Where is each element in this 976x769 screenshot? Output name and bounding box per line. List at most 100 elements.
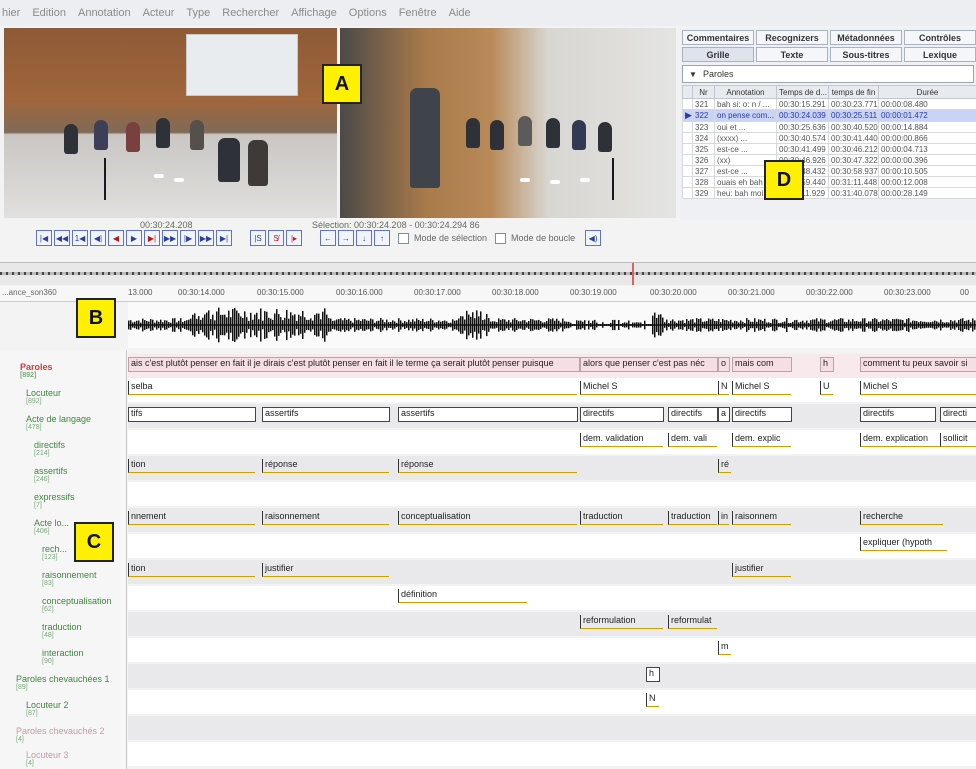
go-to-end-button[interactable]: ▶| [216,230,232,246]
annotation[interactable]: raisonnement [262,511,389,525]
tier-name-paroles-chevauchees-1[interactable]: Paroles chevauchées 1 [89] [16,674,110,691]
tab-grid[interactable]: Grille [682,47,754,62]
annotation[interactable]: dem. validation [580,433,663,447]
annotation[interactable]: recherche [860,511,943,525]
tier-name-paroles[interactable]: Paroles [892] [20,362,53,379]
annotation[interactable]: selba [128,381,577,395]
annotation[interactable]: reformulation [580,615,663,629]
tier-select[interactable]: ▼ Paroles [682,65,974,83]
annotation[interactable]: expliquer (hypoth [860,537,947,551]
annotation[interactable]: tion [128,563,255,577]
annotation[interactable]: reformulat [668,615,717,629]
tier-row-paroles-chevauchees-1[interactable]: h [128,664,976,688]
annotation[interactable]: dem. vali [668,433,717,447]
annotation[interactable]: justifier [262,563,389,577]
tier-row-locuteur-2[interactable]: N [128,690,976,714]
table-row[interactable]: 325 est-ce ... 00:30:41.499 00:30:46.212 00:… [682,143,976,155]
annotation[interactable]: traduction [580,511,663,525]
tier-name-recherche[interactable]: rech... [123] [42,544,67,561]
selection-mode-checkbox[interactable] [398,232,409,244]
table-row[interactable]: 323 oui et ... 00:30:25.636 00:30:40.520 00:… [682,121,976,133]
menu-view[interactable]: Affichage [291,7,337,19]
tier-row-locuteur[interactable]: selba Michel S N Michel S U Michel S [128,378,976,402]
arrow-left-button[interactable]: ← [320,230,336,246]
column-header[interactable]: Temps de d... [776,85,829,99]
annotation[interactable]: ré [718,459,731,473]
volume-icon[interactable]: ◀) [585,230,602,246]
table-row[interactable]: 324 (xxxx) ... 00:30:40.574 00:30:41.440 00:… [682,132,976,144]
tier-name-directifs[interactable]: directifs [214] [34,440,65,457]
annotation[interactable]: alors que penser c'est pas néc [580,357,718,372]
annotation[interactable]: directifs [668,407,718,422]
annotation[interactable]: raisonnem [732,511,791,525]
tab-controls[interactable]: Contrôles [904,30,976,45]
annotation[interactable]: définition [398,589,527,603]
loop-mode-checkbox[interactable] [495,232,507,244]
next-frame-button[interactable]: ▶▶ [198,230,214,246]
tier-name-acte-lo[interactable]: Acte lo... [406] [34,518,69,535]
annotation[interactable]: tifs [128,407,256,422]
annotation[interactable]: o [718,357,730,372]
annotation[interactable]: directifs [580,407,664,422]
column-header[interactable]: temps de fin [828,85,879,99]
annotation[interactable]: m [718,641,731,655]
tier-name-locuteur-3[interactable]: Locuteur 3 [4] [26,750,69,767]
annotation[interactable]: sollicit [940,433,976,447]
timeline-overview[interactable] [0,262,976,285]
menu-search[interactable]: Rechercher [222,7,279,19]
next-scroll-button[interactable]: ▶▶ [162,230,178,246]
annotation[interactable]: directi [940,407,976,422]
table-row[interactable]: 326(xx)00:30:46.92600:30:47.32200:00:00.… [682,154,976,166]
annotation[interactable]: nnement [128,511,255,525]
table-row[interactable]: 327est-ce ...00:30:48.43200:30:58.93700:… [682,165,976,177]
previous-scroll-button[interactable]: ◀| [90,230,106,246]
annotation[interactable]: Michel S [580,381,717,395]
play-selection-back-button[interactable]: ◀ [108,230,124,246]
tab-recognizers[interactable]: Recognizers [756,30,828,45]
tab-lexicon[interactable]: Lexique [904,47,976,62]
arrow-down-button[interactable]: ↓ [356,230,372,246]
tier-name-conceptualisation[interactable]: conceptualisation [62] [42,596,112,613]
annotation[interactable]: traduction [668,511,717,525]
table-row[interactable]: 328ouais eh bah ...00:30:59.44000:31:11.… [682,176,976,188]
annotation[interactable]: directifs [732,407,792,422]
tier-name-expressifs[interactable]: expressifs [7] [34,492,75,509]
annotation[interactable]: comment tu peux savoir si [860,357,976,372]
menu-edit[interactable]: Edition [32,7,66,19]
tab-subtitles[interactable]: Sous-titres [830,47,902,62]
tier-row-expressifs[interactable] [128,482,976,506]
selection-end-button[interactable]: |▸ [286,230,302,246]
tab-text[interactable]: Texte [756,47,828,62]
menu-help[interactable]: Aide [449,7,471,19]
tier-row-locuteur-3[interactable] [128,742,976,766]
annotation[interactable]: tion [128,459,255,473]
annotation[interactable]: assertifs [398,407,578,422]
column-header[interactable]: Durée [878,85,976,99]
menu-annotation[interactable]: Annotation [78,7,131,19]
annotation[interactable]: conceptualisation [398,511,577,525]
time-ruler[interactable]: ...ance_son360 13.000 00:30:14.000 00:30… [0,286,976,302]
step-back-button[interactable]: 1◀ [72,230,88,246]
tier-name-locuteur-2[interactable]: Locuteur 2 [87] [26,700,69,717]
annotation[interactable]: Michel S [860,381,976,395]
tier-name-assertifs[interactable]: assertifs [246] [34,466,68,483]
tier-row-assertifs[interactable]: tion réponse réponse ré [128,456,976,480]
annotation[interactable]: h [820,357,834,372]
menu-options[interactable]: Options [349,7,387,19]
tier-row-raisonnement[interactable]: tion justifier justifier [128,560,976,584]
column-header[interactable]: Nr [692,85,715,99]
tier-name-paroles-chevauches-2[interactable]: Paroles chevauchés 2 [4] [16,726,105,743]
step-forward-button[interactable]: |▶ [180,230,196,246]
go-to-begin-button[interactable]: |◀ [36,230,52,246]
selection-begin-button[interactable]: |S [250,230,266,246]
menu-type[interactable]: Type [186,7,210,19]
annotation[interactable]: mais com [732,357,792,372]
waveform[interactable] [128,302,976,348]
arrow-up-button[interactable]: ↑ [374,230,390,246]
previous-frame-button[interactable]: ◀◀ [54,230,70,246]
tier-name-traduction[interactable]: traduction [48] [42,622,82,639]
annotation[interactable]: réponse [398,459,577,473]
tier-row-directifs[interactable]: dem. validation dem. vali dem. explic de… [128,430,976,454]
tier-row-acte-langage[interactable]: tifs assertifs assertifs directifs direc… [128,404,976,428]
annotation[interactable]: dem. explication [860,433,941,447]
